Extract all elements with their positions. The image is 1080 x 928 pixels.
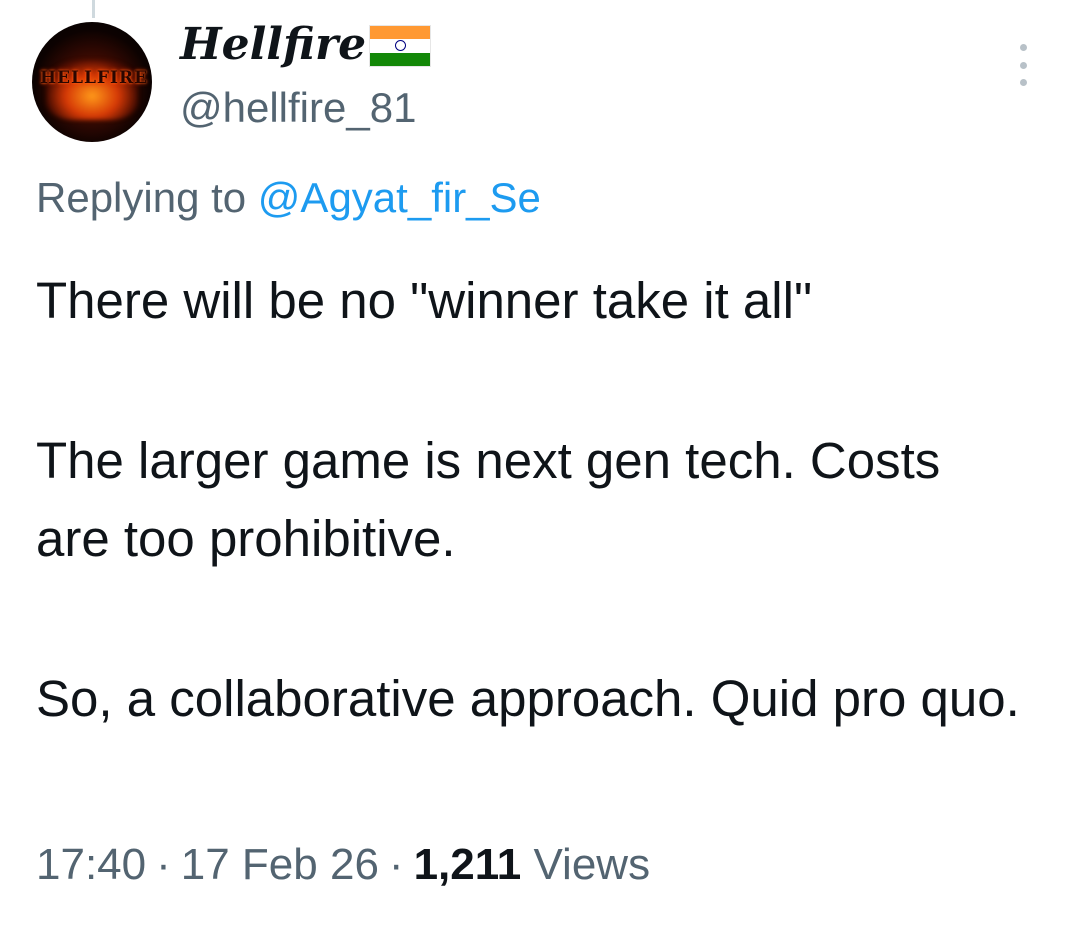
tweet-paragraph-2: The larger game is next gen tech. Costs … <box>36 432 955 567</box>
display-name-text: Hellfire <box>180 18 367 70</box>
views-label: Views <box>533 840 651 889</box>
avatar[interactable]: HELLFIRE <box>32 22 152 142</box>
india-flag-icon <box>370 26 431 66</box>
tweet-paragraph-1: There will be no "winner take it all" <box>36 272 813 329</box>
tweet-date[interactable]: 17 Feb 26 <box>181 840 379 889</box>
replying-to-line: Replying to @Agyat_fir_Se <box>36 174 541 222</box>
replying-to-prefix: Replying to <box>36 174 247 221</box>
tweet-time[interactable]: 17:40 <box>36 840 146 889</box>
meta-separator: · <box>388 840 404 889</box>
author-display-name[interactable]: Hellfire <box>180 14 431 74</box>
avatar-logo-text: HELLFIRE <box>40 68 149 88</box>
author-handle[interactable]: @hellfire_81 <box>180 84 416 132</box>
thread-connector-line <box>92 0 95 18</box>
replying-to-handle-link[interactable]: @Agyat_fir_Se <box>258 174 541 221</box>
more-vertical-icon[interactable] <box>1010 44 1036 86</box>
tweet-meta: 17:40 · 17 Feb 26 · 1,211 Views <box>36 840 650 890</box>
meta-separator: · <box>156 840 171 889</box>
views-count[interactable]: 1,211 <box>414 840 522 889</box>
tweet-paragraph-3: So, a collaborative approach. Quid pro q… <box>36 670 1020 727</box>
